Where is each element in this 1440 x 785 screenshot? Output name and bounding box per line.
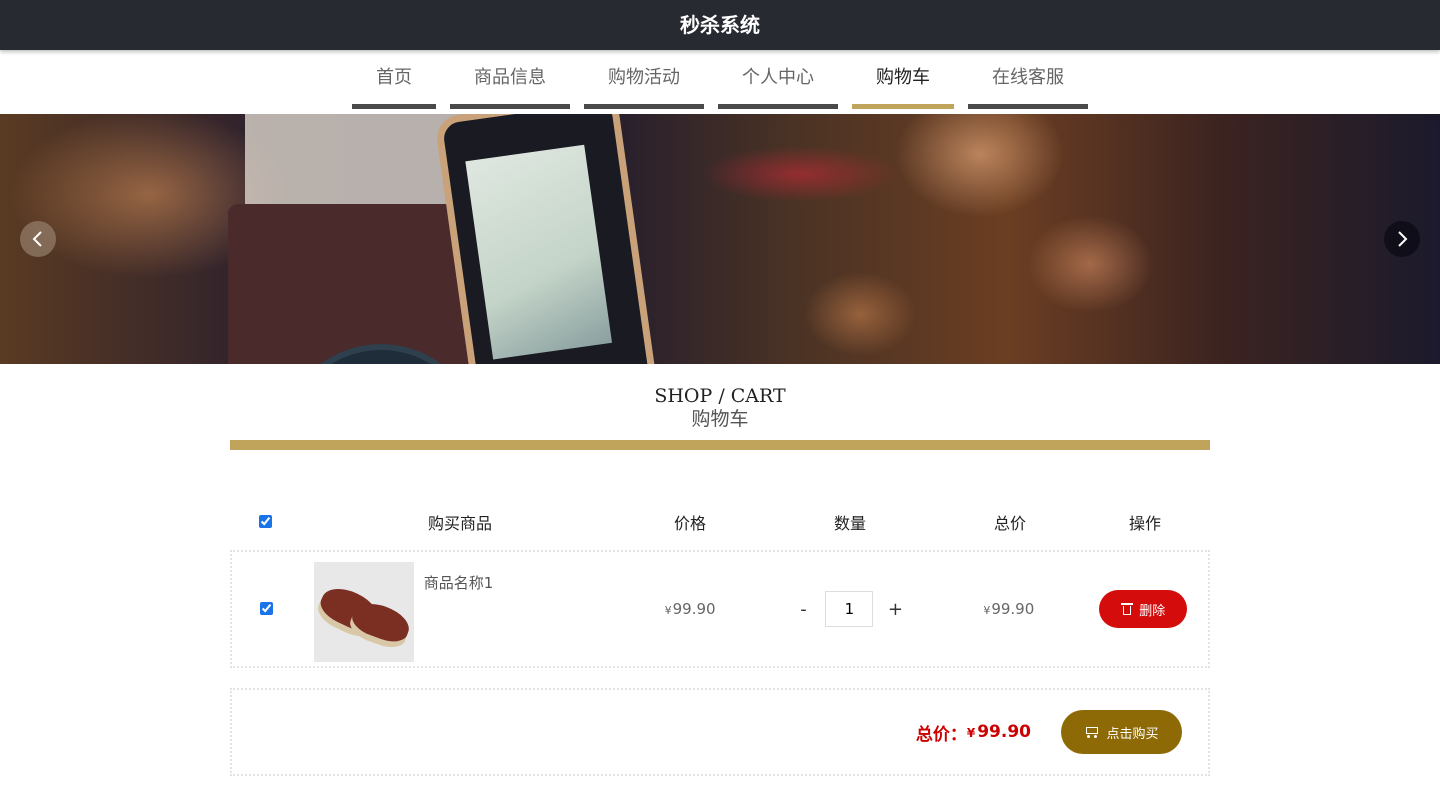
cart-summary: 总价： ¥99.90 点击购买 [230,688,1210,776]
top-header: 秒杀系统 [0,0,1440,50]
banner-phone-screen [465,144,613,360]
quantity-increase-button[interactable]: + [873,599,917,620]
nav-item-profile[interactable]: 个人中心 [718,50,838,109]
column-header-total: 总价 [993,514,1026,533]
item-price-value: 99.90 [672,600,716,618]
carousel-next-button[interactable] [1384,221,1420,257]
section-title-en: SHOP / CART [654,385,786,407]
carousel-prev-button[interactable] [20,221,56,257]
section-divider [230,440,1210,450]
quantity-stepper: - + [760,591,939,627]
section-title-cn: 购物车 [691,408,749,430]
buy-button[interactable]: 点击购买 [1061,710,1182,754]
item-price: ¥99.90 [620,600,759,618]
cart-item-row: 商品名称1 ¥99.90 - + ¥99.90 删除 [230,550,1210,668]
nav-item-home[interactable]: 首页 [352,50,436,109]
section-heading: SHOP / CART 购物车 [0,384,1440,430]
column-header-goods: 购买商品 [427,514,492,533]
quantity-input[interactable] [825,591,874,627]
total-value: ¥99.90 [967,722,1031,742]
total-amount: 99.90 [977,722,1031,742]
banner-phone [434,114,660,364]
item-goods-cell: 商品名称1 [302,562,621,662]
column-header-operation: 操作 [1128,514,1161,533]
column-header-quantity: 数量 [833,514,866,533]
select-all-cell [230,513,300,532]
total-label: 总价： [915,724,967,745]
delete-label: 删除 [1139,603,1166,619]
cart-table: 购买商品 价格 数量 总价 操作 商品名称1 ¥99.90 - + ¥9 [230,490,1210,776]
product-thumbnail[interactable] [313,562,414,662]
cart-header-row: 购买商品 价格 数量 总价 操作 [230,490,1210,554]
nav-item-activities[interactable]: 购物活动 [584,50,704,109]
item-operation-cell: 删除 [1079,590,1208,628]
chevron-right-icon [1398,231,1408,247]
quantity-decrease-button[interactable]: - [781,599,825,620]
item-quantity-cell: - + [760,591,939,627]
currency-symbol: ¥ [664,604,672,617]
hero-carousel [0,114,1440,364]
app-title: 秒杀系统 [680,13,760,37]
banner-cup-lid [245,114,465,214]
item-check-cell [232,600,302,619]
nav-item-products[interactable]: 商品信息 [450,50,570,109]
delete-button[interactable]: 删除 [1099,590,1188,628]
currency-symbol: ¥ [966,726,976,740]
select-all-checkbox[interactable] [258,514,272,528]
buy-label: 点击购买 [1106,726,1159,742]
shopping-cart-icon [1084,726,1100,738]
trash-icon [1121,603,1134,615]
nav-item-cart[interactable]: 购物车 [852,50,954,109]
item-total: ¥99.90 [939,600,1078,618]
item-checkbox[interactable] [260,601,274,615]
currency-symbol: ¥ [983,604,991,617]
chevron-left-icon [32,231,42,247]
item-total-value: 99.90 [991,600,1035,618]
nav-item-support[interactable]: 在线客服 [968,50,1088,109]
main-nav: 首页 商品信息 购物活动 个人中心 购物车 在线客服 [0,50,1440,114]
product-name[interactable]: 商品名称1 [424,572,494,593]
column-header-price: 价格 [673,514,706,533]
